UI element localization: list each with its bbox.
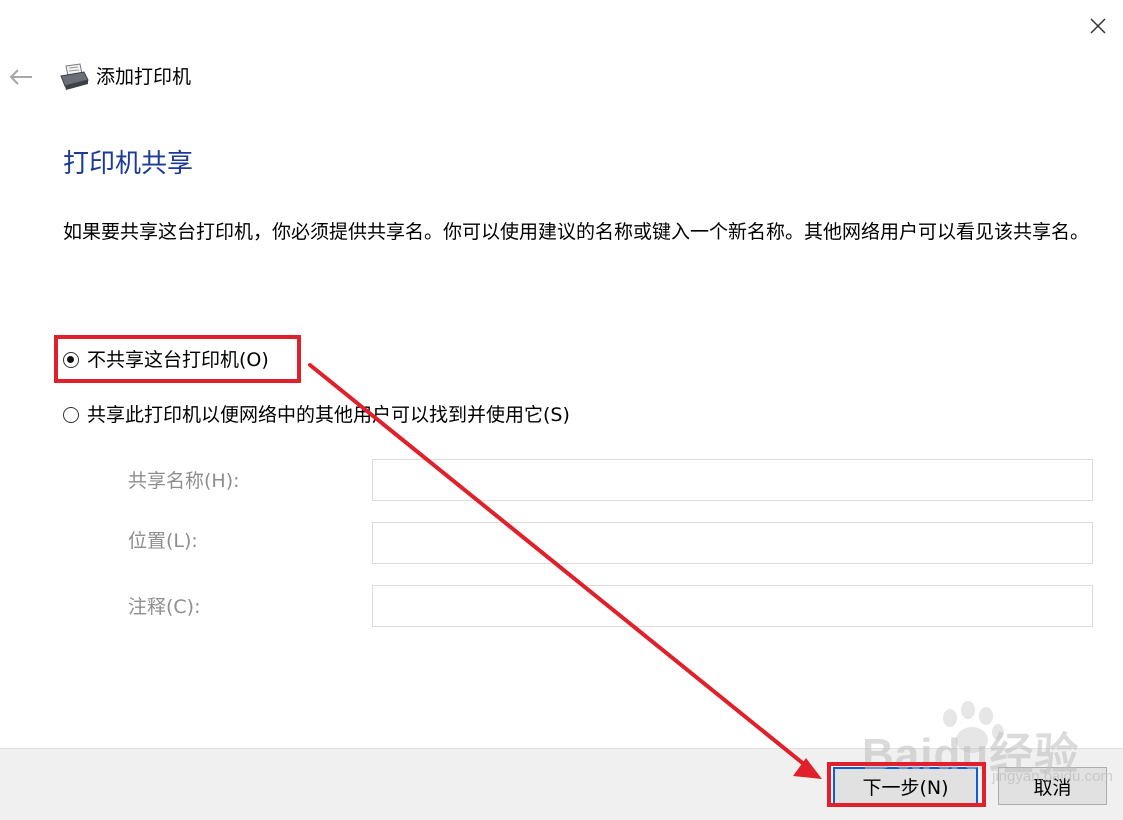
close-button[interactable] xyxy=(1078,8,1118,44)
comment-label: 注释(C): xyxy=(128,596,201,618)
radio-option-share[interactable]: 共享此打印机以便网络中的其他用户可以找到并使用它(S) xyxy=(63,402,570,428)
back-arrow-icon xyxy=(9,69,32,85)
description-text: 如果要共享这台打印机，你必须提供共享名。你可以使用建议的名称或键入一个新名称。其… xyxy=(63,221,1090,243)
back-button[interactable] xyxy=(4,62,38,92)
watermark-url: jingyan.baidu.com xyxy=(992,768,1113,785)
radio-button-selected[interactable] xyxy=(63,352,79,368)
close-icon xyxy=(1090,18,1106,34)
radio-button-unselected[interactable] xyxy=(63,407,79,423)
radio-option-no-share[interactable]: 不共享这台打印机(O) xyxy=(63,347,269,373)
comment-input[interactable] xyxy=(372,585,1093,627)
printer-icon xyxy=(60,63,89,90)
location-label: 位置(L): xyxy=(128,530,198,552)
radio-label-no-share: 不共享这台打印机(O) xyxy=(87,349,269,371)
window-title: 添加打印机 xyxy=(96,66,192,88)
radio-label-share: 共享此打印机以便网络中的其他用户可以找到并使用它(S) xyxy=(87,404,570,426)
location-input[interactable] xyxy=(372,522,1093,564)
share-name-label: 共享名称(H): xyxy=(128,470,240,492)
page-heading: 打印机共享 xyxy=(63,149,194,179)
share-name-input[interactable] xyxy=(372,459,1093,501)
